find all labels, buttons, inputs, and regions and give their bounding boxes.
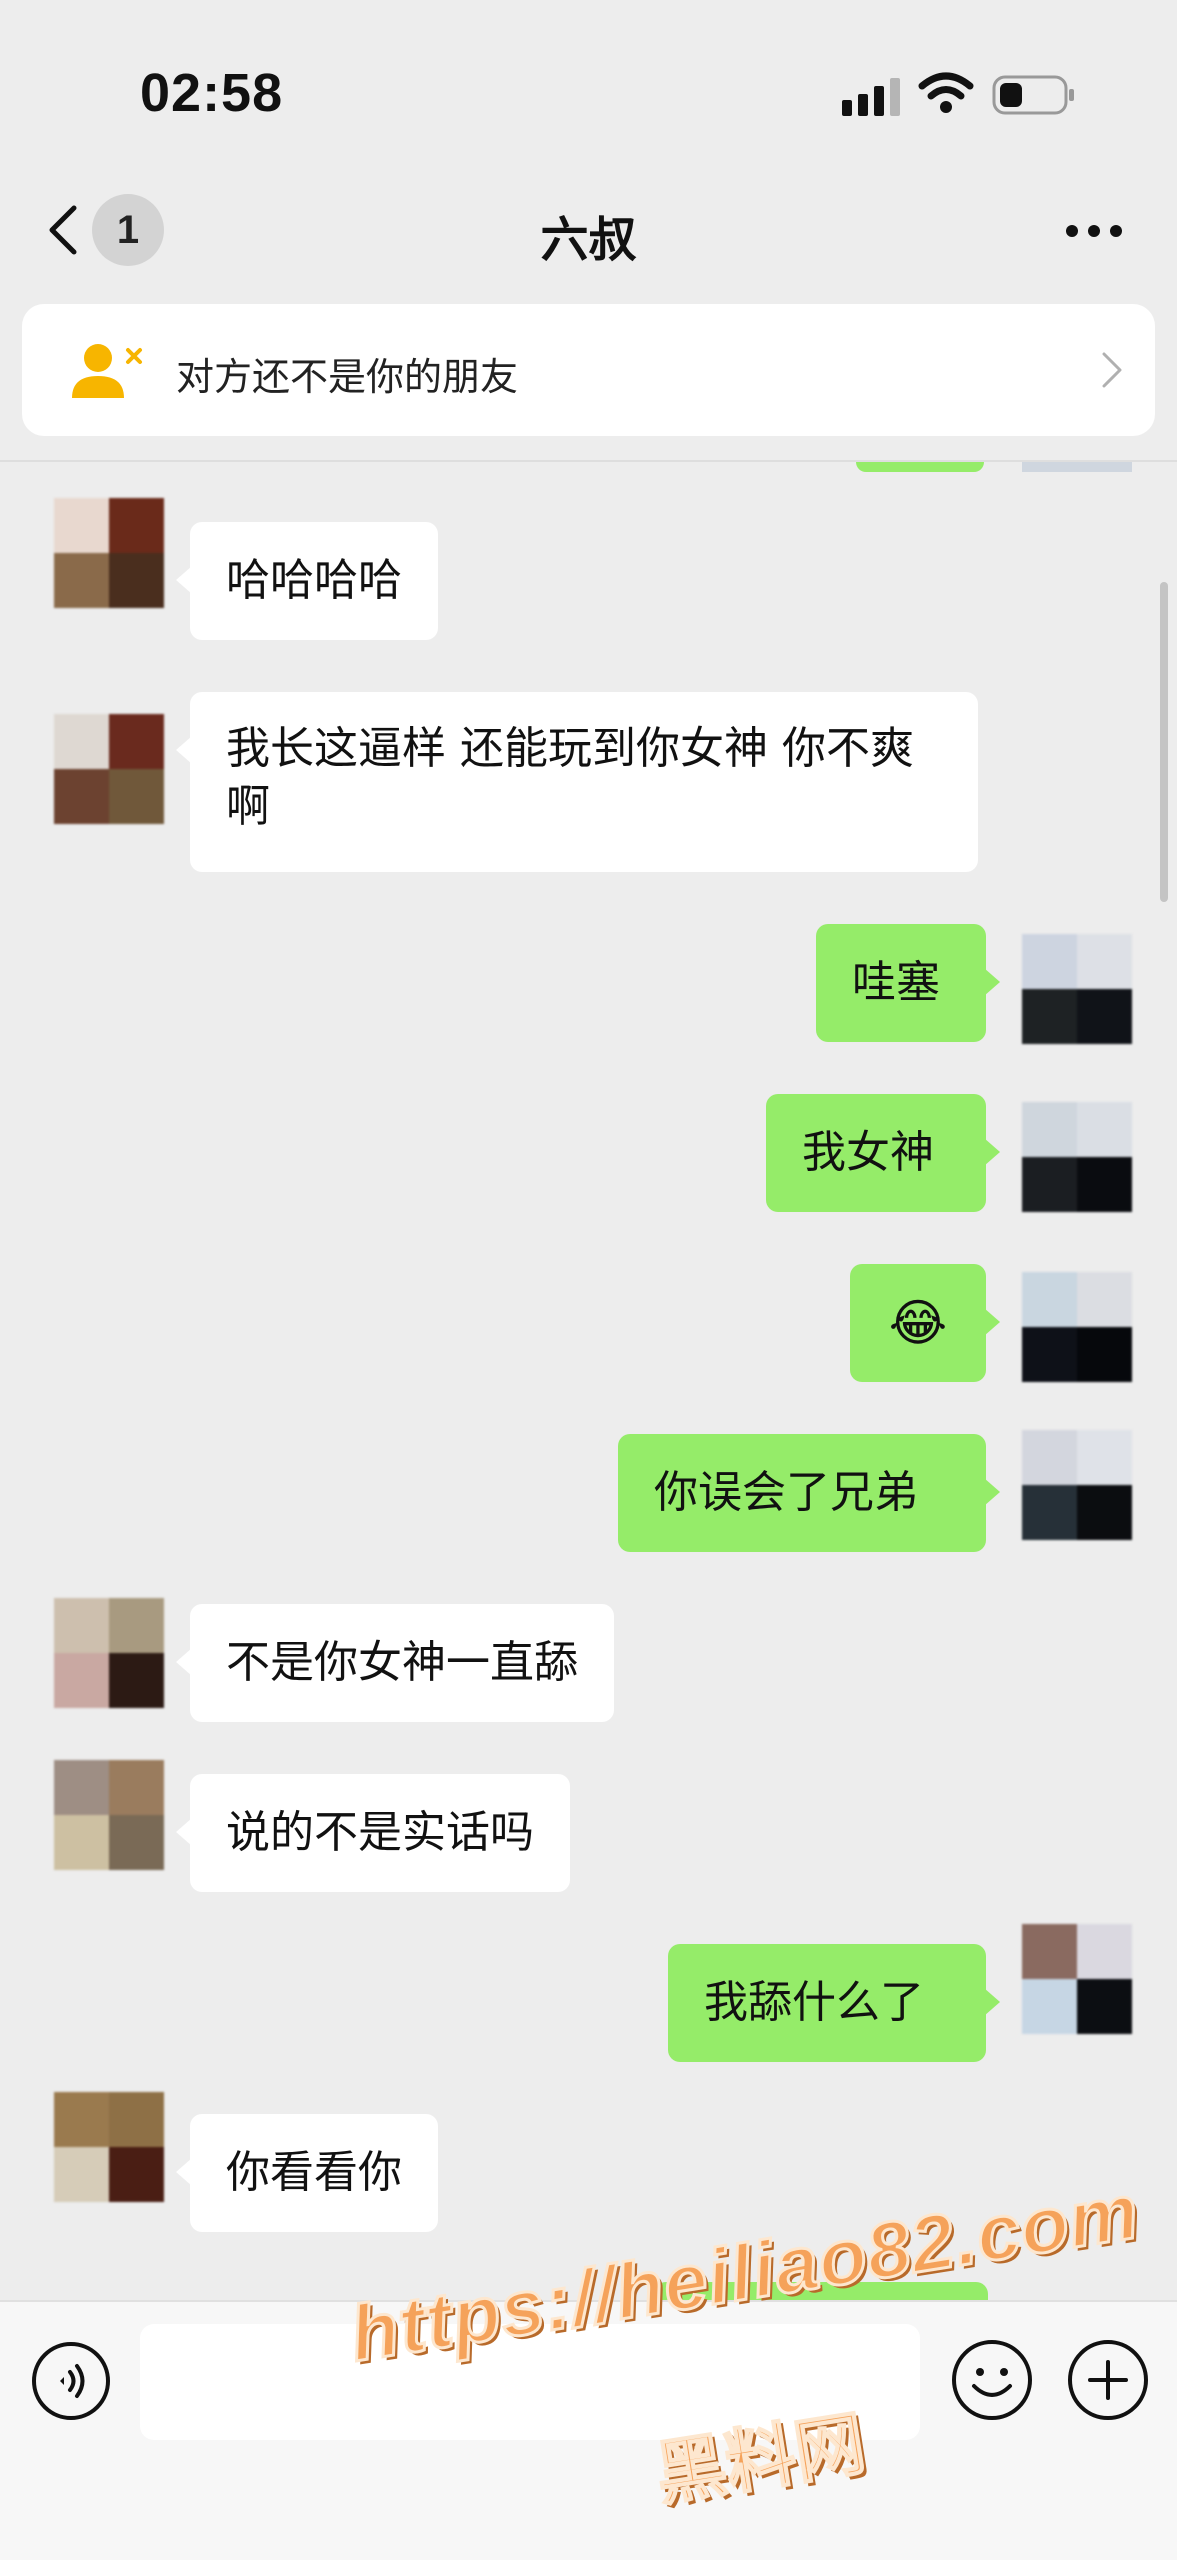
input-bar [0,2300,1177,2560]
my-avatar[interactable] [1022,1272,1132,1382]
contact-avatar[interactable] [54,714,164,824]
plus-icon[interactable] [1066,2338,1150,2422]
status-bar: 02:58 [0,0,1177,180]
message-list[interactable]: 哈哈哈哈 我长这逼样 还能玩到你女神 你不爽啊 哇塞 我女神 😂 你误会了兄弟 … [0,462,1177,2300]
notice-text: 对方还不是你的朋友 [176,355,519,399]
status-time: 02:58 [140,63,284,123]
contact-avatar[interactable] [54,1760,164,1870]
contact-avatar[interactable] [54,1598,164,1708]
battery-icon [992,75,1074,115]
message-input[interactable] [140,2324,920,2440]
my-avatar[interactable] [1022,1430,1132,1540]
chat-header: 1 六叔 [0,180,1177,280]
my-avatar[interactable] [1022,1102,1132,1212]
add-friend-icon [72,344,142,398]
message-bubble-outgoing[interactable]: 哇塞 [816,924,1000,1042]
message-bubble-outgoing[interactable]: 😂 [850,1264,1000,1382]
chevron-right-icon [1102,352,1122,388]
message-bubble-incoming[interactable]: 不是你女神一直舔 [176,1604,614,1722]
message-bubble-incoming[interactable]: 哈哈哈哈 [176,522,438,640]
partial-message-bubble [856,462,984,472]
message-bubble-outgoing[interactable]: 我舔什么了 [668,1944,1000,2062]
chat-title: 六叔 [540,212,637,268]
avatar [1022,462,1132,472]
signal-icon [842,78,900,116]
contact-avatar[interactable] [54,498,164,608]
partial-message-bubble [654,2282,988,2300]
wifi-icon [918,72,974,113]
ellipsis-icon[interactable] [1064,222,1124,240]
my-avatar[interactable] [1022,1924,1132,2034]
contact-avatar[interactable] [54,2092,164,2202]
scrollbar[interactable] [1160,582,1168,902]
my-avatar[interactable] [1022,934,1132,1044]
message-bubble-incoming[interactable]: 你看看你 [176,2114,438,2232]
smiley-icon[interactable] [950,2338,1034,2422]
voice-icon[interactable] [30,2340,112,2422]
not-friend-notice[interactable]: 对方还不是你的朋友 [22,304,1155,436]
message-bubble-outgoing[interactable]: 我女神 [766,1094,1000,1212]
message-bubble-incoming[interactable]: 我长这逼样 还能玩到你女神 你不爽啊 [176,692,978,872]
message-bubble-outgoing[interactable]: 你误会了兄弟 [618,1434,1000,1552]
message-bubble-incoming[interactable]: 说的不是实话吗 [176,1774,570,1892]
